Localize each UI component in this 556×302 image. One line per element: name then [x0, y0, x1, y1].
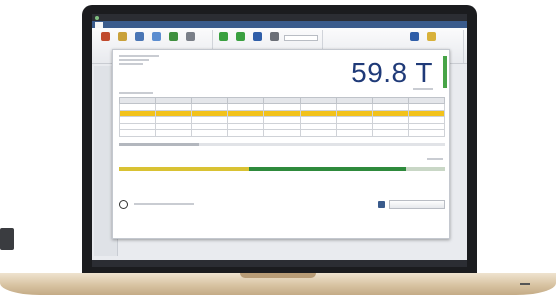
- table-cell: [263, 129, 301, 137]
- gear-icon: [270, 32, 279, 41]
- save-icon: [169, 32, 178, 41]
- table-cell: [407, 129, 446, 137]
- dialog-footer: [119, 197, 445, 211]
- table-cell: [371, 129, 409, 137]
- table-cell: [227, 129, 265, 137]
- weighings-table: [118, 97, 446, 137]
- laptop-base-mark: [520, 283, 530, 285]
- table-cell: [155, 129, 193, 137]
- table-caption: [119, 92, 153, 94]
- gauge-caption: [427, 158, 443, 160]
- gauge-segment-over: [405, 167, 445, 171]
- table-cell: [335, 129, 373, 137]
- pencil-icon: [118, 32, 127, 41]
- shield-icon: [253, 32, 262, 41]
- title-bar: [92, 14, 467, 21]
- progress-spinner-icon: [119, 199, 128, 209]
- ribbon-tabs: [92, 21, 467, 28]
- scale-icon: [135, 32, 144, 41]
- laptop-base-notch: [240, 273, 316, 278]
- arrow-icon: [236, 32, 245, 41]
- table-cell: [299, 129, 337, 137]
- ribbon-search-input[interactable]: [284, 35, 318, 41]
- table-cell: [191, 129, 229, 137]
- dialog-info-lines: [119, 55, 159, 65]
- current-weight-caption: [413, 88, 433, 90]
- weighing-dialog: 59.8 T: [112, 49, 450, 239]
- pencil-icon: [427, 32, 436, 41]
- table-cell: [118, 129, 157, 137]
- table-row[interactable]: [118, 129, 446, 137]
- status-bar: [92, 260, 467, 267]
- gauge-segment-ok: [249, 167, 406, 171]
- finish-weighing-button[interactable]: [389, 199, 445, 209]
- ribbon-button-1[interactable]: [98, 30, 113, 54]
- weight-gauge: [119, 167, 445, 171]
- cross-icon: [219, 32, 228, 41]
- status-indicator-bar: [443, 56, 447, 88]
- scale-status-icon: [378, 200, 385, 208]
- tab-3[interactable]: [111, 22, 119, 28]
- tab-5[interactable]: [127, 22, 135, 28]
- tab-1[interactable]: [95, 22, 103, 28]
- footer-note: [134, 202, 194, 206]
- app-screen: 59.8 T: [92, 14, 467, 267]
- tab-4[interactable]: [119, 22, 127, 28]
- current-weight-value: 59.8 T: [351, 57, 433, 88]
- table-horizontal-scrollbar[interactable]: [119, 143, 445, 146]
- gauge-segment-low: [119, 167, 250, 171]
- tab-2[interactable]: [103, 22, 111, 28]
- external-device: [0, 228, 14, 250]
- app-icon: [95, 15, 99, 20]
- house-icon: [101, 32, 110, 41]
- scrollbar-thumb[interactable]: [119, 143, 199, 146]
- clipboard-icon: [186, 32, 195, 41]
- calendar-icon: [410, 32, 419, 41]
- truck-icon: [152, 32, 161, 41]
